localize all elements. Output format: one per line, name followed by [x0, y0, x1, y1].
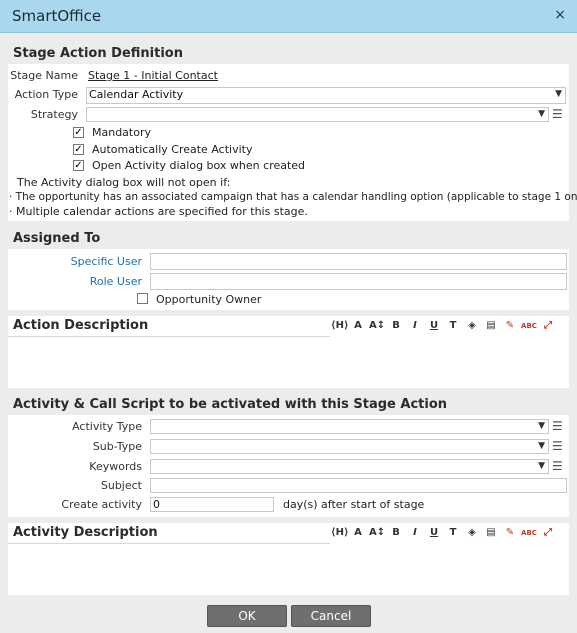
section-title-activity-desc: Activity Description [8, 523, 330, 544]
opportunity-owner-label: Opportunity Owner [156, 293, 262, 306]
subject-field[interactable] [150, 478, 567, 493]
italic-icon[interactable]: I [407, 525, 423, 541]
bold-icon[interactable]: B [388, 525, 404, 541]
subject-label: Subject [100, 479, 142, 492]
note-line-1: · The opportunity has an associated camp… [9, 191, 577, 203]
font-size-icon[interactable]: A↕ [369, 318, 385, 334]
stage-name-value: Stage 1 - Initial Contact [88, 69, 218, 82]
role-user-field[interactable] [150, 273, 567, 290]
keywords-select[interactable]: ▼ [150, 459, 549, 474]
spell-check-icon[interactable]: ABC [521, 525, 537, 541]
italic-icon[interactable]: I [407, 318, 423, 334]
paste-icon[interactable]: ▤ [483, 525, 499, 541]
activity-type-select[interactable]: ▼ [150, 419, 549, 434]
window-title: SmartOffice [12, 7, 102, 25]
chevron-down-icon: ▼ [538, 109, 545, 119]
chevron-down-icon: ▼ [538, 441, 545, 451]
spell-check-icon[interactable]: ABC [521, 318, 537, 334]
list-icon[interactable]: ☰ [552, 439, 563, 453]
note-intro: The Activity dialog box will not open if… [17, 176, 231, 189]
list-icon[interactable]: ☰ [552, 107, 563, 121]
paste-icon[interactable]: ▤ [483, 318, 499, 334]
section-title-assigned: Assigned To [8, 229, 569, 249]
cancel-button[interactable]: Cancel [291, 605, 371, 627]
heading-icon[interactable]: ⟨H⟩ [331, 318, 349, 334]
color-icon[interactable]: ◈ [464, 525, 480, 541]
days-suffix: day(s) after start of stage [283, 498, 425, 511]
font-size-icon[interactable]: A↕ [369, 525, 385, 541]
font-icon[interactable]: A [350, 525, 366, 541]
fullscreen-icon[interactable]: ⤢ [540, 525, 556, 541]
opportunity-owner-checkbox[interactable] [137, 293, 148, 304]
action-type-label: Action Type [14, 88, 78, 101]
underline-icon[interactable]: U [426, 525, 442, 541]
section-title-action-desc: Action Description [8, 316, 330, 337]
heading-icon[interactable]: ⟨H⟩ [331, 525, 349, 541]
action-type-value: Calendar Activity [89, 88, 184, 101]
font-icon[interactable]: A [350, 318, 366, 334]
keywords-label: Keywords [89, 460, 142, 473]
specific-user-label[interactable]: Specific User [8, 255, 142, 268]
strategy-label: Strategy [30, 108, 78, 121]
sub-type-label: Sub-Type [92, 440, 142, 453]
create-activity-days-input[interactable]: 0 [150, 497, 274, 512]
strategy-select[interactable]: ▼ [86, 107, 549, 122]
close-icon[interactable]: × [554, 7, 566, 23]
section-title-stage-action: Stage Action Definition [8, 44, 569, 64]
activity-type-label: Activity Type [72, 420, 142, 433]
action-desc-toolbar: ⟨H⟩ A A↕ B I U T ◈ ▤ ✎ ABC ⤢ [331, 318, 556, 334]
create-activity-days-value: 0 [153, 498, 160, 511]
open-dialog-label: Open Activity dialog box when created [92, 159, 306, 172]
note-line-2: · Multiple calendar actions are specifie… [9, 205, 308, 218]
list-icon[interactable]: ☰ [552, 459, 563, 473]
chevron-down-icon: ▼ [555, 89, 562, 99]
stage-name-label: Stage Name [10, 69, 78, 82]
mandatory-label: Mandatory [92, 126, 152, 139]
color-icon[interactable]: ◈ [464, 318, 480, 334]
mandatory-checkbox[interactable]: ✓ [73, 127, 84, 138]
title-bar: SmartOffice × [0, 0, 577, 33]
chevron-down-icon: ▼ [538, 421, 545, 431]
create-activity-label: Create activity [61, 498, 142, 511]
text-format-icon[interactable]: T [445, 525, 461, 541]
sub-type-select[interactable]: ▼ [150, 439, 549, 454]
action-type-select[interactable]: Calendar Activity ▼ [86, 87, 566, 104]
bold-icon[interactable]: B [388, 318, 404, 334]
section-title-activity-script: Activity & Call Script to be activated w… [8, 395, 569, 415]
ok-button[interactable]: OK [207, 605, 287, 627]
clean-format-icon[interactable]: ✎ [502, 318, 518, 334]
underline-icon[interactable]: U [426, 318, 442, 334]
text-format-icon[interactable]: T [445, 318, 461, 334]
list-icon[interactable]: ☰ [552, 419, 563, 433]
clean-format-icon[interactable]: ✎ [502, 525, 518, 541]
chevron-down-icon: ▼ [538, 461, 545, 471]
role-user-label[interactable]: Role User [8, 275, 142, 288]
activity-desc-toolbar: ⟨H⟩ A A↕ B I U T ◈ ▤ ✎ ABC ⤢ [331, 525, 556, 541]
fullscreen-icon[interactable]: ⤢ [540, 318, 556, 334]
auto-create-label: Automatically Create Activity [92, 143, 253, 156]
auto-create-checkbox[interactable]: ✓ [73, 144, 84, 155]
open-dialog-checkbox[interactable]: ✓ [73, 160, 84, 171]
specific-user-field[interactable] [150, 253, 567, 270]
